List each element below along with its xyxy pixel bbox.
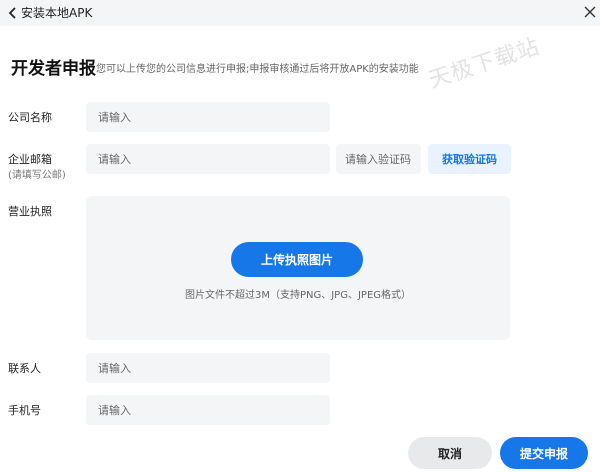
company-email-input[interactable] bbox=[86, 144, 330, 174]
submit-button[interactable]: 提交申报 bbox=[500, 437, 588, 469]
phone-input[interactable] bbox=[86, 395, 330, 425]
company-email-label: 企业邮箱 bbox=[8, 153, 52, 166]
cancel-button[interactable]: 取消 bbox=[408, 437, 492, 469]
contact-person-label: 联系人 bbox=[8, 362, 41, 375]
upload-hint: 图片文件不超过3M（支持PNG、JPG、JPEG格式） bbox=[184, 290, 412, 301]
business-license-label: 营业执照 bbox=[8, 205, 52, 218]
watermark: 天极下载站 bbox=[425, 34, 543, 94]
title-bar: 安装本地APK bbox=[0, 0, 600, 26]
page-description: 您可以上传您的公司信息进行申报;申报审核通过后将开放APK的安装功能 bbox=[96, 64, 419, 75]
chevron-left-icon[interactable] bbox=[6, 5, 20, 21]
upload-license-button[interactable]: 上传执照图片 bbox=[231, 242, 363, 277]
close-icon[interactable] bbox=[584, 6, 596, 18]
window-title: 安装本地APK bbox=[21, 6, 93, 20]
get-verification-code-button[interactable]: 获取验证码 bbox=[428, 144, 511, 174]
contact-person-input[interactable] bbox=[86, 353, 330, 383]
page-title: 开发者申报 bbox=[11, 59, 96, 79]
phone-label: 手机号 bbox=[8, 404, 41, 417]
company-name-input[interactable] bbox=[86, 102, 330, 132]
company-email-sublabel: (请填写公邮) bbox=[8, 170, 66, 181]
company-name-label: 公司名称 bbox=[8, 111, 52, 124]
verification-code-input[interactable] bbox=[336, 144, 421, 174]
